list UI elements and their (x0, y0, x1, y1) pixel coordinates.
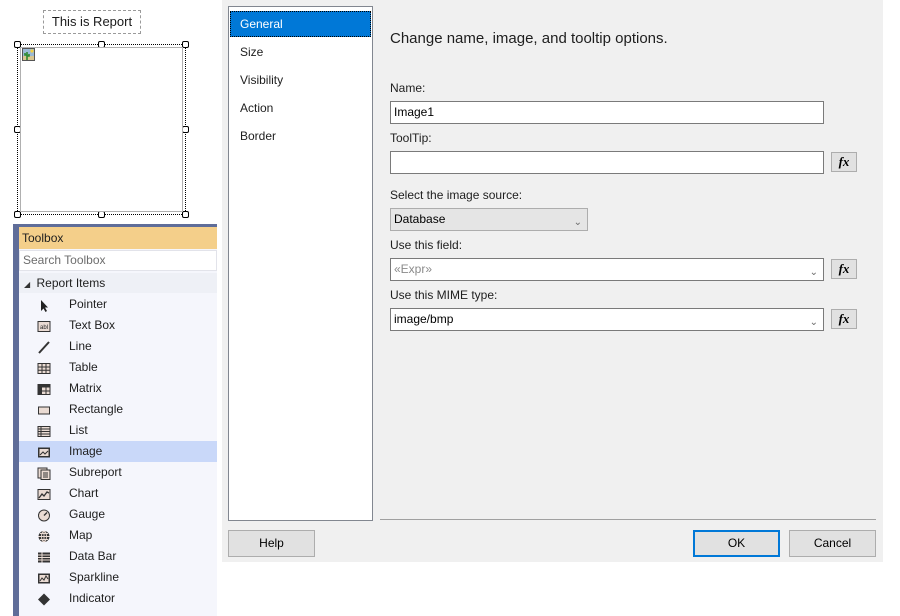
toolbox-item-matrix[interactable]: Matrix (19, 378, 217, 399)
field-expression-button[interactable]: fx (831, 259, 857, 279)
toolbox-item-rectangle[interactable]: Rectangle (19, 399, 217, 420)
footer-separator (380, 519, 876, 520)
toolbox-item-image[interactable]: Image (19, 441, 217, 462)
fx-icon: fx (838, 311, 850, 326)
fx-icon: fx (838, 154, 850, 169)
mime-expression-button[interactable]: fx (831, 309, 857, 329)
nav-item-general[interactable]: General (230, 11, 371, 37)
mime-type-label: Use this MIME type: (390, 288, 498, 302)
ok-button[interactable]: OK (693, 530, 780, 557)
toolbox-item-indicator[interactable]: Indicator (19, 588, 217, 609)
chevron-down-icon: ⌄ (573, 217, 582, 228)
rectangle-icon (37, 403, 51, 416)
toolbox-item-pointer[interactable]: Pointer (19, 294, 217, 315)
image-icon (37, 445, 51, 458)
chevron-down-icon: ⌄ (809, 317, 818, 328)
svg-text:abl: abl (40, 325, 48, 331)
toolbox-item-line[interactable]: Line (19, 336, 217, 357)
toolbox-item-chart[interactable]: Chart (19, 483, 217, 504)
toolbox-item-subreport[interactable]: Subreport (19, 462, 217, 483)
toolbox-title: Toolbox (19, 227, 217, 249)
tooltip-input[interactable] (390, 151, 824, 174)
toolbox-item-list[interactable]: List (19, 420, 217, 441)
list-icon (37, 424, 51, 437)
mime-type-combobox[interactable]: image/bmp ⌄ (390, 308, 824, 331)
toolbox-item-textbox[interactable]: abl Text Box (19, 315, 217, 336)
toolbox-item-table[interactable]: Table (19, 357, 217, 378)
fx-icon: fx (838, 261, 850, 276)
use-field-label: Use this field: (390, 238, 463, 252)
image-source-select[interactable]: Database ⌄ (390, 208, 588, 231)
toolbox-search-input[interactable]: Search Toolbox (19, 250, 217, 271)
toolbox-item-data-bar[interactable]: Data Bar (19, 546, 217, 567)
chevron-down-icon: ⌄ (809, 267, 818, 278)
nav-item-action[interactable]: Action (230, 95, 371, 121)
toolbox-item-sparkline[interactable]: Sparkline (19, 567, 217, 588)
nav-item-border[interactable]: Border (230, 123, 371, 149)
sparkline-icon (37, 571, 51, 584)
name-input[interactable]: Image1 (390, 101, 824, 124)
line-icon (37, 340, 51, 354)
toolbox-panel: Toolbox Search Toolbox ◢ Report Items Po… (13, 224, 217, 616)
report-image-item[interactable] (20, 47, 183, 212)
resize-handle-ne[interactable] (182, 41, 189, 48)
toolbox-group-report-items[interactable]: ◢ Report Items (19, 273, 217, 293)
resize-handle-se[interactable] (182, 211, 189, 218)
tooltip-expression-button[interactable]: fx (831, 152, 857, 172)
table-icon (37, 361, 51, 374)
use-field-placeholder: «Expr» (394, 262, 433, 276)
resize-handle-sw[interactable] (14, 211, 21, 218)
collapse-triangle-icon: ◢ (24, 280, 31, 289)
subreport-icon (37, 466, 51, 480)
indicator-icon (37, 592, 51, 606)
image-source-value: Database (394, 212, 446, 226)
help-button[interactable]: Help (228, 530, 315, 557)
tooltip-label: ToolTip: (390, 131, 432, 145)
chart-icon (37, 487, 51, 500)
nav-item-size[interactable]: Size (230, 39, 371, 65)
resize-handle-s[interactable] (98, 211, 105, 218)
toolbox-item-gauge[interactable]: Gauge (19, 504, 217, 525)
toolbox-item-map[interactable]: Map (19, 525, 217, 546)
cancel-button[interactable]: Cancel (789, 530, 876, 557)
pointer-icon (37, 298, 51, 312)
image-properties-dialog: General Size Visibility Action Border Ch… (222, 0, 883, 562)
name-label: Name: (390, 81, 426, 95)
matrix-icon (37, 382, 51, 395)
databar-icon (37, 550, 51, 563)
use-field-combobox[interactable]: «Expr» ⌄ (390, 258, 824, 281)
image-placeholder-icon (22, 48, 35, 61)
mime-type-value: image/bmp (394, 312, 454, 326)
nav-item-visibility[interactable]: Visibility (230, 67, 371, 93)
image-source-label: Select the image source: (390, 188, 523, 202)
textbox-icon: abl (37, 319, 51, 332)
dialog-nav-list: General Size Visibility Action Border (228, 6, 373, 521)
group-label: Report Items (36, 276, 106, 290)
map-icon (37, 529, 51, 543)
gauge-icon (37, 508, 51, 522)
report-title-textbox[interactable]: This is Report (43, 10, 141, 34)
resize-handle-e[interactable] (182, 126, 189, 133)
page-heading: Change name, image, and tooltip options. (390, 30, 668, 47)
